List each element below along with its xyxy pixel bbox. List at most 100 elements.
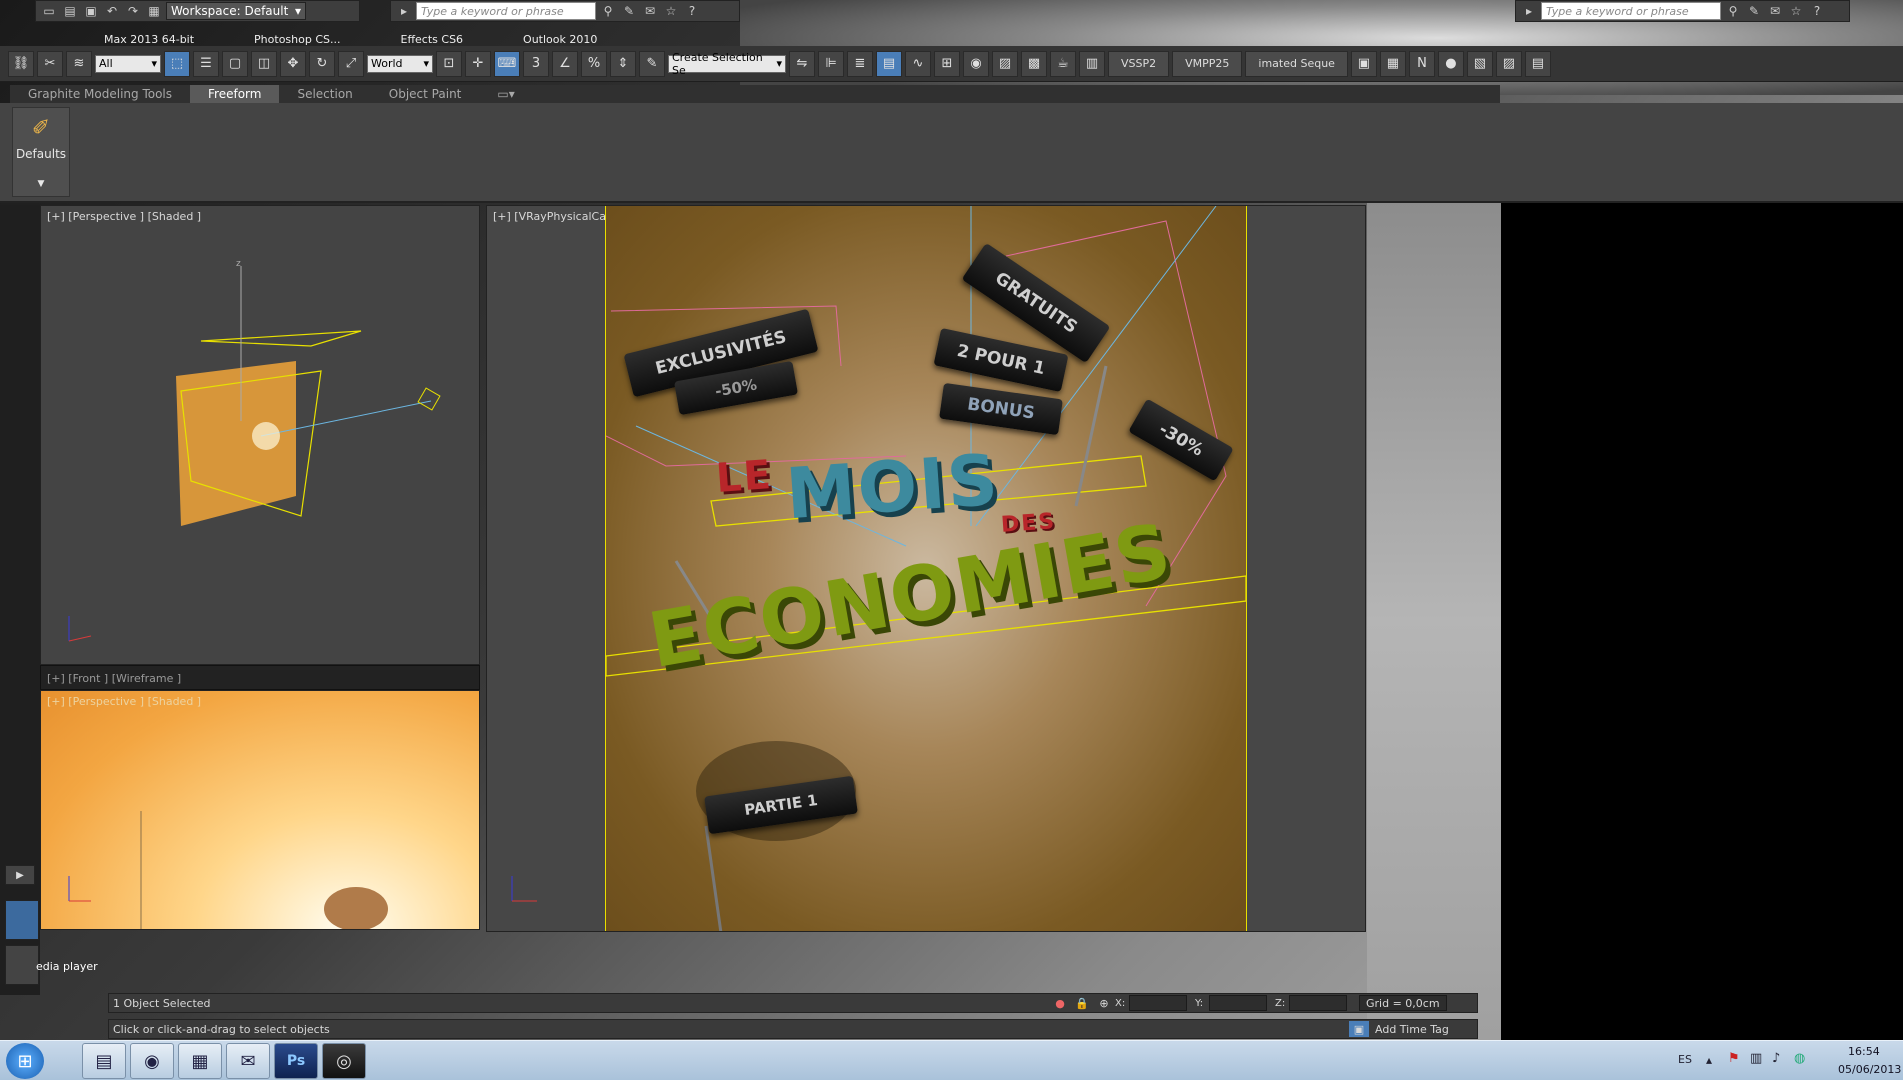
- viewport-label[interactable]: [+] [Front ] [Wireframe ]: [47, 672, 181, 685]
- select-by-name-icon[interactable]: ☰: [193, 50, 219, 77]
- action-center-icon[interactable]: ⚑: [1728, 1051, 1740, 1066]
- ribbon-toggle-icon[interactable]: ▤: [876, 50, 902, 77]
- undo-icon[interactable]: ↶: [103, 3, 121, 19]
- mirror-icon[interactable]: ⇋: [789, 50, 815, 77]
- communication-icon[interactable]: ✉: [1766, 3, 1784, 19]
- outlook-icon[interactable]: ✉: [226, 1043, 270, 1079]
- add-time-tag-button[interactable]: Add Time Tag: [1375, 1023, 1449, 1036]
- binoculars-icon[interactable]: ⚲: [599, 3, 617, 19]
- extra-icon[interactable]: ▥: [1079, 50, 1105, 77]
- maxwell-icon[interactable]: ▣: [1350, 50, 1377, 77]
- select-object-icon[interactable]: ⬚: [164, 50, 190, 77]
- search-input[interactable]: Type a keyword or phrase: [416, 2, 596, 20]
- expand-icon[interactable]: ▸: [395, 3, 413, 19]
- rect-selection-icon[interactable]: ▢: [222, 50, 248, 77]
- communication-icon[interactable]: ✉: [641, 3, 659, 19]
- curve-editor-icon[interactable]: ∿: [905, 50, 931, 77]
- 3dsmax-icon[interactable]: ◎: [322, 1043, 366, 1079]
- desktop-icon-label[interactable]: Outlook 2010: [523, 33, 597, 46]
- desktop-icon-label[interactable]: Effects CS6: [401, 33, 464, 46]
- maxwell-bin-icon[interactable]: ▤: [1524, 50, 1551, 77]
- open-folder-icon[interactable]: ▤: [61, 3, 79, 19]
- clock-time[interactable]: 16:54: [1848, 1045, 1880, 1058]
- clock-date[interactable]: 05/06/2013: [1838, 1063, 1901, 1076]
- percent-snap-icon[interactable]: %: [581, 50, 607, 77]
- bind-spacewarp-icon[interactable]: ≋: [66, 50, 92, 77]
- animated-sequence-button[interactable]: imated Seque: [1245, 50, 1348, 77]
- maxwell-studio-icon[interactable]: ▦: [1379, 50, 1406, 77]
- window-crossing-icon[interactable]: ◫: [251, 50, 277, 77]
- vssp2-button[interactable]: VSSP2: [1108, 50, 1170, 77]
- time-tag-icon[interactable]: ▣: [1349, 1021, 1369, 1037]
- scale-icon[interactable]: ⤢: [338, 50, 364, 77]
- help-icon[interactable]: ?: [683, 3, 701, 19]
- isolate-icon[interactable]: ●: [1049, 997, 1071, 1010]
- maxwell-n-icon[interactable]: N: [1408, 50, 1435, 77]
- tab-graphite-modeling[interactable]: Graphite Modeling Tools: [10, 85, 190, 103]
- tray-expand-icon[interactable]: ▴: [1706, 1053, 1712, 1067]
- tab-freeform[interactable]: Freeform: [190, 85, 280, 103]
- manipulate-icon[interactable]: ✛: [465, 50, 491, 77]
- layout-grid-icon[interactable]: [5, 945, 39, 985]
- material-editor-icon[interactable]: ◉: [963, 50, 989, 77]
- ribbon-options-icon[interactable]: ▭▾: [479, 85, 532, 103]
- network-icon[interactable]: ▥: [1750, 1051, 1762, 1066]
- desktop-icon-label[interactable]: Photoshop CS...: [254, 33, 340, 46]
- lock-icon[interactable]: 🔒: [1071, 997, 1093, 1010]
- explorer-icon[interactable]: ▤: [82, 1043, 126, 1079]
- move-icon[interactable]: ✥: [280, 50, 306, 77]
- new-file-icon[interactable]: ▭: [40, 3, 58, 19]
- desktop-icon-label[interactable]: Max 2013 64-bit: [104, 33, 194, 46]
- edit-named-selection-icon[interactable]: ✎: [639, 50, 665, 77]
- subscription-icon[interactable]: ✎: [1745, 3, 1763, 19]
- viewport-camera-main[interactable]: [+] [VRayPhysicalCamera001 ] [Realistic …: [486, 205, 1366, 932]
- vlc-desktop-label[interactable]: edia player: [36, 960, 98, 973]
- redo-icon[interactable]: ↷: [124, 3, 142, 19]
- render-teapot-icon[interactable]: ☕: [1050, 50, 1076, 77]
- layer-manager-icon[interactable]: ≣: [847, 50, 873, 77]
- spinner-snap-icon[interactable]: ⇕: [610, 50, 636, 77]
- absolute-mode-icon[interactable]: ⊕: [1093, 997, 1115, 1010]
- snaps-toggle-icon[interactable]: 3: [523, 50, 549, 77]
- favorites-star-icon[interactable]: ☆: [662, 3, 680, 19]
- viewport-front-strip[interactable]: [+] [Front ] [Wireframe ]: [40, 665, 480, 690]
- workspace-dropdown[interactable]: Workspace: Default ▾: [166, 2, 306, 20]
- tab-object-paint[interactable]: Object Paint: [371, 85, 480, 103]
- save-icon[interactable]: ▣: [82, 3, 100, 19]
- project-folder-icon[interactable]: ▦: [145, 3, 163, 19]
- task-manager-icon[interactable]: ▦: [178, 1043, 222, 1079]
- maxwell-mxw-icon[interactable]: ▧: [1466, 50, 1493, 77]
- angle-snap-icon[interactable]: ∠: [552, 50, 578, 77]
- subscription-icon[interactable]: ✎: [620, 3, 638, 19]
- chrome-icon[interactable]: ◉: [130, 1043, 174, 1079]
- photoshop-icon[interactable]: Ps: [274, 1043, 318, 1079]
- x-coord-field[interactable]: [1129, 995, 1187, 1011]
- render-setup-icon[interactable]: ▨: [992, 50, 1018, 77]
- named-selection-dropdown[interactable]: Create Selection Se ▾: [668, 51, 786, 77]
- maxwell-mxw2-icon[interactable]: ▨: [1495, 50, 1522, 77]
- start-button[interactable]: ⊞: [6, 1043, 44, 1079]
- rotate-icon[interactable]: ↻: [309, 50, 335, 77]
- viewport-perspective-bottom[interactable]: [+] [Perspective ] [Shaded ]: [40, 690, 480, 930]
- reference-coord-dropdown[interactable]: World ▾: [367, 54, 433, 73]
- y-coord-field[interactable]: [1209, 995, 1267, 1011]
- favorites-star-icon[interactable]: ☆: [1787, 3, 1805, 19]
- unlink-icon[interactable]: ✂: [37, 50, 63, 77]
- volume-icon[interactable]: ♪: [1772, 1051, 1780, 1066]
- help-icon[interactable]: ?: [1808, 3, 1826, 19]
- binoculars-icon[interactable]: ⚲: [1724, 3, 1742, 19]
- keyboard-shortcut-icon[interactable]: ⌨: [494, 50, 520, 77]
- search-input-2[interactable]: Type a keyword or phrase: [1541, 2, 1721, 20]
- play-icon[interactable]: ▶: [5, 865, 35, 885]
- selection-filter-dropdown[interactable]: All ▾: [95, 54, 161, 73]
- tab-selection[interactable]: Selection: [279, 85, 370, 103]
- globe-icon[interactable]: ◍: [1794, 1051, 1805, 1066]
- align-icon[interactable]: ⊫: [818, 50, 844, 77]
- link-icon[interactable]: ⛓: [8, 50, 34, 77]
- viewport-perspective-top[interactable]: [+] [Perspective ] [Shaded ] z: [40, 205, 480, 665]
- vmpp25-button[interactable]: VMPP25: [1172, 50, 1243, 77]
- pivot-center-icon[interactable]: ⊡: [436, 50, 462, 77]
- layout-single-icon[interactable]: [5, 900, 39, 940]
- z-coord-field[interactable]: [1289, 995, 1347, 1011]
- defaults-button[interactable]: ✐ Defaults ▼: [12, 107, 70, 197]
